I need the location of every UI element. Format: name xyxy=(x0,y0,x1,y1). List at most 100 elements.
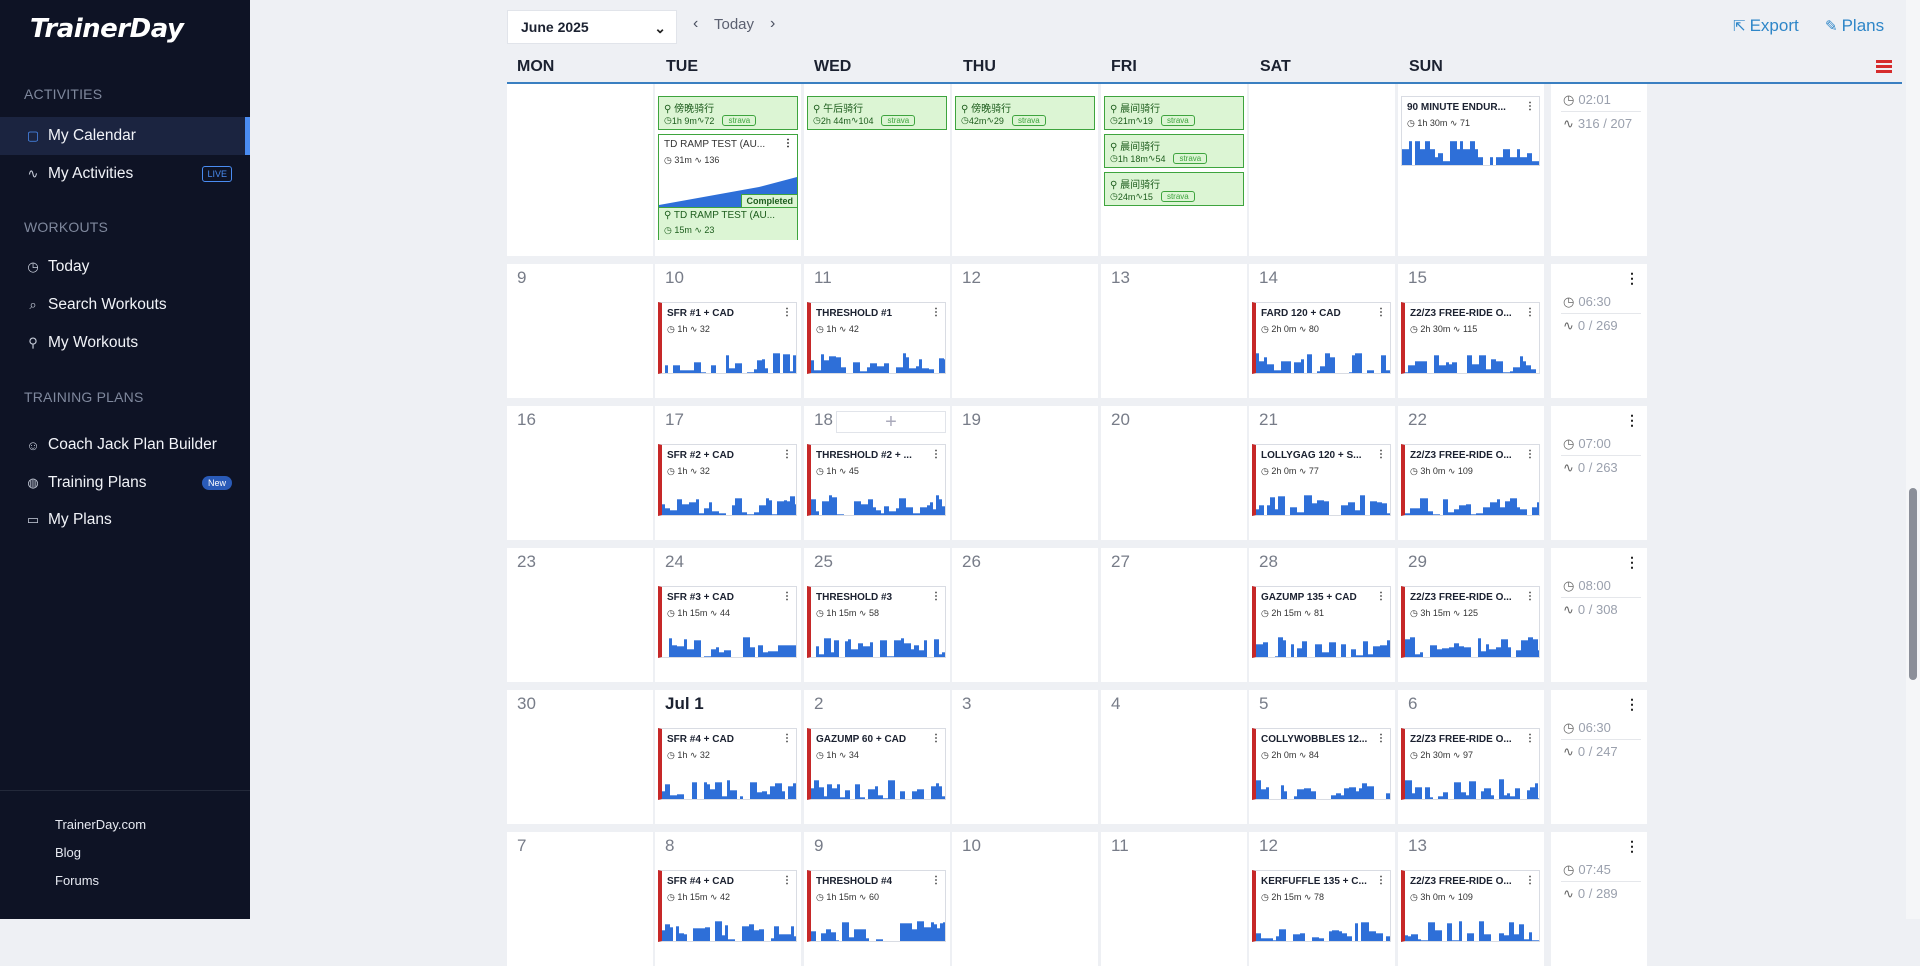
strava-activity-card[interactable]: ⚲ 晨间骑行 ◷ 1h 18m ∿ 54 strava xyxy=(1104,134,1244,168)
profile-bar xyxy=(944,359,945,373)
workout-card[interactable]: SFR #1 + CAD ⋮ ◷ 1h ∿ 32 xyxy=(658,302,797,374)
day-cell[interactable] xyxy=(1249,84,1395,256)
day-cell[interactable]: 26 xyxy=(952,548,1098,682)
card-menu-icon[interactable]: ⋮ xyxy=(1525,307,1535,318)
week-menu-icon[interactable]: ⋮ xyxy=(1625,696,1639,713)
footer-link-forums[interactable]: Forums xyxy=(55,873,99,888)
card-menu-icon[interactable]: ⋮ xyxy=(783,138,793,149)
day-cell[interactable]: 19 xyxy=(952,406,1098,540)
card-menu-icon[interactable]: ⋮ xyxy=(931,307,941,318)
footer-link-trainerday[interactable]: TrainerDay.com xyxy=(55,817,146,832)
workout-card[interactable]: GAZUMP 135 + CAD ⋮ ◷ 2h 15m ∿ 81 xyxy=(1252,586,1391,658)
day-cell[interactable]: 13 xyxy=(1101,264,1247,398)
profile-bar xyxy=(814,370,821,373)
nav-my-calendar[interactable]: ▢ My Calendar xyxy=(0,117,250,155)
trainerday-logo[interactable]: TrainerDay xyxy=(30,14,184,44)
workout-card[interactable]: THRESHOLD #1 ⋮ ◷ 1h ∿ 42 xyxy=(807,302,946,374)
day-cell[interactable]: 11 xyxy=(1101,832,1247,966)
workout-card[interactable]: Z2/Z3 FREE-RIDE O... ⋮ ◷ 3h 0m ∿ 109 xyxy=(1401,444,1540,516)
workout-card[interactable]: Z2/Z3 FREE-RIDE O... ⋮ ◷ 2h 30m ∿ 115 xyxy=(1401,302,1540,374)
card-menu-icon[interactable]: ⋮ xyxy=(1525,449,1535,460)
card-menu-icon[interactable]: ⋮ xyxy=(931,591,941,602)
day-cell[interactable]: 16 xyxy=(507,406,653,540)
workout-card[interactable]: THRESHOLD #4 ⋮ ◷ 1h 15m ∿ 60 xyxy=(807,870,946,942)
strava-activity-card[interactable]: ⚲ 晨间骑行 ◷ 21m ∿ 19 strava xyxy=(1104,96,1244,130)
strava-activity-card[interactable]: ⚲ 晨间骑行 ◷ 24m ∿ 15 strava xyxy=(1104,172,1244,206)
chevron-left-icon[interactable]: ‹ xyxy=(693,15,698,33)
workout-card[interactable]: SFR #4 + CAD ⋮ ◷ 1h ∿ 32 xyxy=(658,728,797,800)
workout-card[interactable]: COLLYWOBBLES 12... ⋮ ◷ 2h 0m ∿ 84 xyxy=(1252,728,1391,800)
day-cell[interactable]: 27 xyxy=(1101,548,1247,682)
card-menu-icon[interactable]: ⋮ xyxy=(782,733,792,744)
profile-bar xyxy=(1368,654,1373,657)
workout-meta: ◷ 1h ∿ 42 xyxy=(816,324,859,335)
workout-card[interactable]: Z2/Z3 FREE-RIDE O... ⋮ ◷ 3h 0m ∿ 109 xyxy=(1401,870,1540,942)
add-workout-button[interactable]: + xyxy=(836,411,946,433)
workout-card[interactable]: Z2/Z3 FREE-RIDE O... ⋮ ◷ 2h 30m ∿ 97 xyxy=(1401,728,1540,800)
workout-card[interactable]: GAZUMP 60 + CAD ⋮ ◷ 1h ∿ 34 xyxy=(807,728,946,800)
card-menu-icon[interactable]: ⋮ xyxy=(782,591,792,602)
card-menu-icon[interactable]: ⋮ xyxy=(782,307,792,318)
day-cell[interactable]: 7 xyxy=(507,832,653,966)
week-menu-icon[interactable]: ⋮ xyxy=(1625,270,1639,287)
menu-icon[interactable] xyxy=(1876,60,1892,74)
week-menu-icon[interactable]: ⋮ xyxy=(1625,554,1639,571)
card-menu-icon[interactable]: ⋮ xyxy=(1525,875,1535,886)
strava-activity-card[interactable]: ⚲ 傍晚骑行 ◷ 42m ∿ 29 strava xyxy=(955,96,1095,130)
day-cell[interactable]: 30 xyxy=(507,690,653,824)
card-menu-icon[interactable]: ⋮ xyxy=(782,875,792,886)
day-cell[interactable]: 12 xyxy=(952,264,1098,398)
today-button[interactable]: Today xyxy=(714,16,754,33)
day-cell[interactable] xyxy=(507,84,653,256)
scrollbar-thumb[interactable] xyxy=(1909,488,1917,680)
day-cell[interactable]: 20 xyxy=(1101,406,1247,540)
strava-activity-card[interactable]: ⚲ 傍晚骑行 ◷ 1h 9m ∿ 72 strava xyxy=(658,96,798,130)
export-link[interactable]: ⇱ Export xyxy=(1733,16,1799,36)
footer-link-blog[interactable]: Blog xyxy=(55,845,81,860)
ramp-activity[interactable]: ⚲ TD RAMP TEST (AU... ◷ 15m ∿ 23 xyxy=(659,207,797,240)
card-menu-icon[interactable]: ⋮ xyxy=(1376,733,1386,744)
card-menu-icon[interactable]: ⋮ xyxy=(1525,733,1535,744)
strava-activity-card[interactable]: ⚲ 午后骑行 ◷ 2h 44m ∿ 104 strava xyxy=(807,96,947,130)
card-menu-icon[interactable]: ⋮ xyxy=(1525,101,1535,112)
nav-my-workouts[interactable]: ⚲ My Workouts xyxy=(0,324,250,362)
scrollbar[interactable] xyxy=(1906,0,1920,919)
nav-today[interactable]: ◷ Today xyxy=(0,248,250,286)
card-menu-icon[interactable]: ⋮ xyxy=(931,733,941,744)
card-menu-icon[interactable]: ⋮ xyxy=(782,449,792,460)
card-menu-icon[interactable]: ⋮ xyxy=(1525,591,1535,602)
profile-bar xyxy=(1349,372,1352,373)
nav-my-plans[interactable]: ▭ My Plans xyxy=(0,501,250,539)
card-menu-icon[interactable]: ⋮ xyxy=(1376,875,1386,886)
day-cell[interactable]: 4 xyxy=(1101,690,1247,824)
day-cell[interactable]: 3 xyxy=(952,690,1098,824)
nav-training-plans[interactable]: ◍ Training Plans New xyxy=(0,464,250,502)
workout-card[interactable]: SFR #2 + CAD ⋮ ◷ 1h ∿ 32 xyxy=(658,444,797,516)
week-menu-icon[interactable]: ⋮ xyxy=(1625,838,1639,855)
workout-card[interactable]: LOLLYGAG 120 + S... ⋮ ◷ 2h 0m ∿ 77 xyxy=(1252,444,1391,516)
nav-search-workouts[interactable]: ⌕ Search Workouts xyxy=(0,286,250,324)
nav-coach-jack[interactable]: ☺ Coach Jack Plan Builder xyxy=(0,426,250,464)
workout-card[interactable]: THRESHOLD #3 ⋮ ◷ 1h 15m ∿ 58 xyxy=(807,586,946,658)
workout-card[interactable]: KERFUFFLE 135 + C... ⋮ ◷ 2h 15m ∿ 78 xyxy=(1252,870,1391,942)
workout-card[interactable]: FARD 120 + CAD ⋮ ◷ 2h 0m ∿ 80 xyxy=(1252,302,1391,374)
week-menu-icon[interactable]: ⋮ xyxy=(1625,412,1639,429)
workout-card[interactable]: THRESHOLD #2 + ... ⋮ ◷ 1h ∿ 45 xyxy=(807,444,946,516)
card-menu-icon[interactable]: ⋮ xyxy=(1376,591,1386,602)
chevron-right-icon[interactable]: › xyxy=(770,15,775,33)
workout-card[interactable]: 90 MINUTE ENDUR... ⋮ ◷ 1h 30m ∿ 71 xyxy=(1401,96,1540,166)
workout-card[interactable]: Z2/Z3 FREE-RIDE O... ⋮ ◷ 3h 15m ∿ 125 xyxy=(1401,586,1540,658)
ramp-test-card[interactable]: TD RAMP TEST (AU... ⋮ ◷ 31m ∿ 136 Completed… xyxy=(658,134,798,240)
card-menu-icon[interactable]: ⋮ xyxy=(1376,449,1386,460)
day-cell[interactable]: 9 xyxy=(507,264,653,398)
month-select[interactable]: June 2025 ⌄ xyxy=(507,10,677,44)
workout-card[interactable]: SFR #4 + CAD ⋮ ◷ 1h 15m ∿ 42 xyxy=(658,870,797,942)
nav-my-activities[interactable]: ∿ My Activities LIVE xyxy=(0,155,250,193)
card-menu-icon[interactable]: ⋮ xyxy=(1376,307,1386,318)
day-cell[interactable]: 23 xyxy=(507,548,653,682)
plans-link[interactable]: ✎ Plans xyxy=(1825,16,1884,36)
card-menu-icon[interactable]: ⋮ xyxy=(931,875,941,886)
card-menu-icon[interactable]: ⋮ xyxy=(931,449,941,460)
day-cell[interactable]: 10 xyxy=(952,832,1098,966)
workout-card[interactable]: SFR #3 + CAD ⋮ ◷ 1h 15m ∿ 44 xyxy=(658,586,797,658)
